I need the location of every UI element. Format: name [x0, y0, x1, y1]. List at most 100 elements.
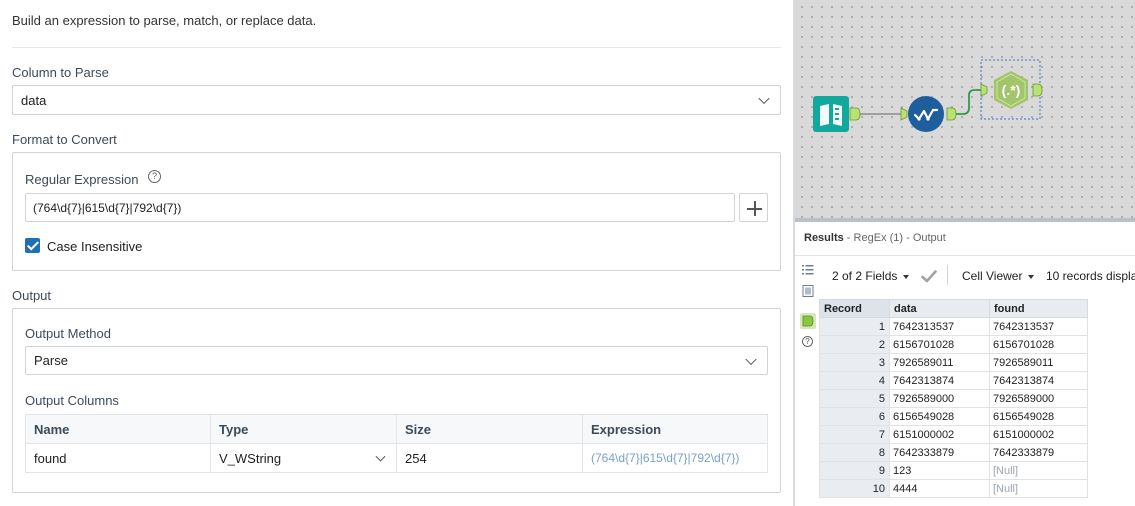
table-row[interactable]: 9 123 [Null] — [819, 461, 1088, 480]
results-window: Results - RegEx (1) - Output ? 2 of 2 Fi… — [795, 222, 1135, 506]
cell-viewer-label: Cell Viewer — [962, 269, 1023, 283]
data-cell: 7642313537 — [889, 317, 990, 336]
table-row: found V_WString 254 (764\d{7}|615\d{7}|7… — [25, 443, 768, 473]
found-cell: [Null] — [989, 479, 1088, 498]
output-type-cell[interactable]: V_WString — [210, 443, 397, 473]
cell-viewer-selector[interactable]: Cell Viewer — [962, 269, 1035, 283]
output-label: Output — [12, 288, 52, 303]
output-anchor-icon[interactable] — [1032, 83, 1043, 97]
found-cell: [Null] — [989, 461, 1088, 480]
workflow-diagram: (.*) — [813, 59, 1043, 132]
help-icon[interactable]: ? — [802, 336, 813, 347]
table-row[interactable]: 6 6156549028 6156549028 — [819, 407, 1088, 426]
input-anchor-icon[interactable] — [802, 285, 814, 297]
case-insensitive-checkbox[interactable] — [25, 238, 40, 253]
table-row[interactable]: 3 7926589011 7926589011 — [819, 353, 1088, 372]
input-data-tool[interactable] — [813, 96, 849, 132]
table-row[interactable]: 4 7642313874 7642313874 — [819, 371, 1088, 390]
record-cell: 10 — [819, 479, 890, 498]
caret-down-icon — [1028, 274, 1035, 279]
add-token-button[interactable] — [739, 193, 768, 222]
input-anchor-icon[interactable] — [900, 107, 908, 121]
record-cell: 8 — [819, 443, 890, 462]
data-cell: 6156701028 — [889, 335, 990, 354]
data-cell: 7642313874 — [889, 371, 990, 390]
column-to-parse-label: Column to Parse — [12, 65, 109, 80]
output-size-cell[interactable]: 254 — [396, 443, 583, 473]
record-cell: 2 — [819, 335, 890, 354]
output-expression-cell: (764\d{7}|615\d{7}|792\d{7}) — [582, 443, 768, 473]
found-cell: 6156549028 — [989, 407, 1088, 426]
found-cell: 7926589000 — [989, 389, 1088, 408]
output-name-cell[interactable]: found — [25, 443, 211, 473]
record-cell: 7 — [819, 425, 890, 444]
data-cell: 7926589000 — [889, 389, 990, 408]
record-cell: 9 — [819, 461, 890, 480]
output-anchor-icon[interactable] — [849, 107, 861, 121]
record-cell: 5 — [819, 389, 890, 408]
regular-expression-input[interactable]: (764\d{7}|615\d{7}|792\d{7}) — [25, 193, 735, 222]
output-method-value: Parse — [34, 353, 68, 368]
data-cell: 4444 — [889, 479, 990, 498]
fields-selector[interactable]: 2 of 2 Fields — [832, 269, 910, 283]
grid-header-found[interactable]: found — [989, 299, 1088, 318]
output-method-dropdown[interactable]: Parse — [25, 346, 768, 375]
column-to-parse-dropdown[interactable]: data — [12, 85, 781, 115]
data-cell: 123 — [889, 461, 990, 480]
table-row[interactable]: 7 6151000002 6151000002 — [819, 425, 1088, 444]
select-tool[interactable] — [908, 96, 944, 132]
chevron-down-icon — [758, 92, 770, 105]
data-cell: 7642333879 — [889, 443, 990, 462]
data-cell: 7926589011 — [889, 353, 990, 372]
found-cell: 6156701028 — [989, 335, 1088, 354]
grid-header-record[interactable]: Record — [819, 299, 890, 318]
output-columns-label: Output Columns — [25, 393, 119, 408]
found-cell: 7642333879 — [989, 443, 1088, 462]
column-header-name: Name — [25, 414, 211, 444]
results-header: Results - RegEx (1) - Output — [804, 232, 946, 244]
record-cell: 1 — [819, 317, 890, 336]
table-row[interactable]: 5 7926589000 7926589000 — [819, 389, 1088, 408]
table-row[interactable]: 1 7642313537 7642313537 — [819, 317, 1088, 336]
regular-expression-label: Regular Expression — [25, 172, 139, 187]
table-row[interactable]: 10 4444 [Null] — [819, 479, 1088, 498]
workflow-canvas[interactable]: (.*) — [795, 0, 1135, 218]
output-anchor-icon[interactable] — [946, 107, 957, 121]
divider — [12, 47, 781, 48]
column-header-type: Type — [210, 414, 397, 444]
connection-line — [955, 89, 981, 115]
record-cell: 6 — [819, 407, 890, 426]
table-row[interactable]: 8 7642333879 7642333879 — [819, 443, 1088, 462]
list-icon[interactable] — [802, 264, 814, 276]
found-cell: 7926589011 — [989, 353, 1088, 372]
format-to-convert-box: Regular Expression ? (764\d{7}|615\d{7}|… — [12, 152, 781, 271]
regex-config-panel: Build an expression to parse, match, or … — [0, 0, 793, 506]
input-anchor-icon[interactable] — [980, 83, 988, 97]
chevron-down-icon — [375, 451, 386, 462]
output-type-value: V_WString — [219, 450, 282, 466]
divider — [947, 265, 948, 285]
results-title: Results — [804, 232, 844, 244]
data-cell: 6151000002 — [889, 425, 990, 444]
divider — [795, 255, 1135, 256]
caret-down-icon — [903, 274, 910, 279]
regex-tool-label: (.*) — [1002, 82, 1021, 98]
output-anchor-tab[interactable] — [800, 313, 816, 329]
found-cell: 7642313537 — [989, 317, 1088, 336]
chevron-down-icon — [745, 353, 757, 365]
help-icon[interactable]: ? — [148, 170, 161, 183]
table-row[interactable]: 2 6156701028 6156701028 — [819, 335, 1088, 354]
records-count: 10 records displayed — [1046, 269, 1135, 283]
column-header-size: Size — [396, 414, 583, 444]
fields-selector-label: 2 of 2 Fields — [832, 269, 898, 283]
output-box: Output Method Parse Output Columns Name … — [12, 308, 781, 493]
case-insensitive-label: Case Insensitive — [47, 239, 143, 254]
column-header-expression: Expression — [582, 414, 768, 444]
format-to-convert-label: Format to Convert — [12, 132, 117, 147]
record-cell: 3 — [819, 353, 890, 372]
found-cell: 7642313874 — [989, 371, 1088, 390]
record-cell: 4 — [819, 371, 890, 390]
grid-header-data[interactable]: data — [889, 299, 990, 318]
check-icon[interactable] — [921, 270, 937, 283]
column-to-parse-value: data — [21, 92, 47, 108]
